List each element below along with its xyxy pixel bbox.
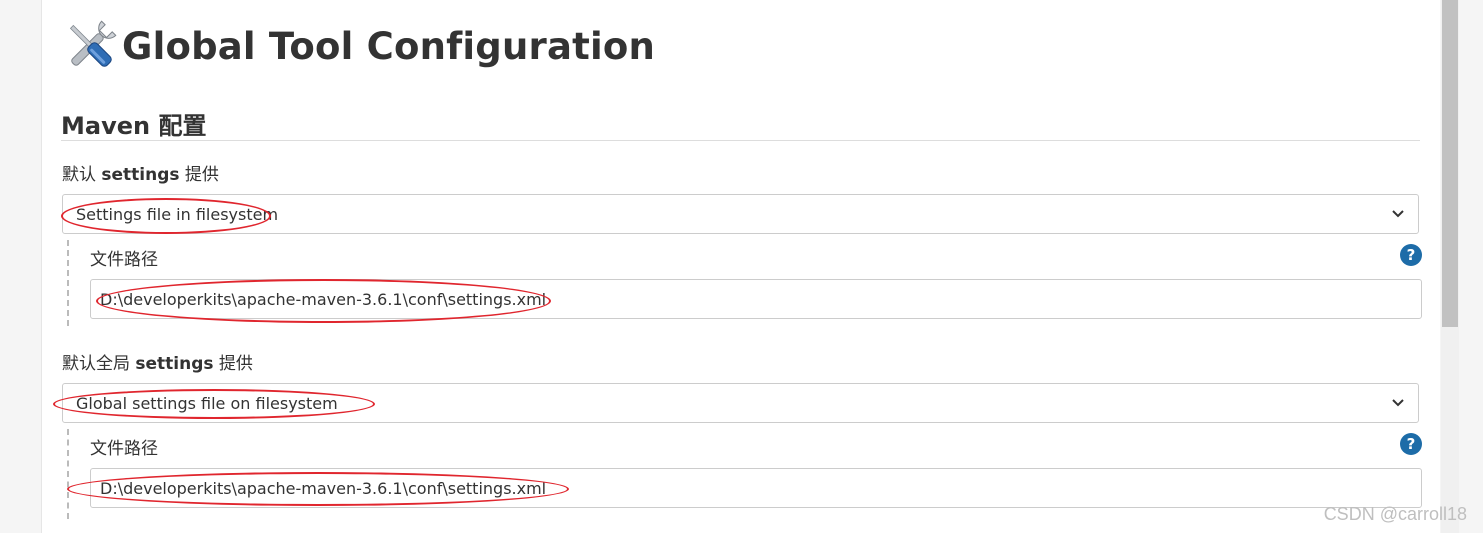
section-title-maven: Maven 配置 [61,106,1420,141]
config-panel: Global Tool Configuration Maven 配置 默认 se… [41,0,1440,533]
page-title: Global Tool Configuration [122,24,656,68]
global-settings-label-suffix: 提供 [213,354,253,374]
global-settings-select-value: Global settings file on filesystem [76,393,338,413]
default-settings-label-prefix: 默认 [62,165,102,185]
default-settings-path-label: 文件路径 [90,250,158,270]
vertical-scrollbar[interactable] [1441,0,1459,533]
default-settings-label-suffix: 提供 [179,165,219,185]
help-icon-glyph: ? [1406,435,1416,453]
title-row: Global Tool Configuration [62,18,655,74]
global-settings-path-input[interactable]: D:\developerkits\apache-maven-3.6.1\conf… [90,468,1422,508]
chevron-down-icon [1392,399,1404,407]
watermark: CSDN @carroll18 [1323,504,1467,524]
default-settings-select-value: Settings file in filesystem [76,204,279,224]
default-settings-label-bold: settings [101,165,180,185]
default-settings-nested: 文件路径 ? D:\developerkits\apache-maven-3.6… [67,240,1422,326]
global-settings-label-prefix: 默认全局 [62,354,136,374]
default-settings-select[interactable]: Settings file in filesystem [62,194,1419,234]
tools-icon [69,20,117,67]
scrollbar-thumb[interactable] [1442,0,1458,327]
global-settings-nested: 文件路径 ? D:\developerkits\apache-maven-3.6… [67,429,1422,519]
chevron-down-icon [1392,210,1404,218]
default-settings-path-input[interactable]: D:\developerkits\apache-maven-3.6.1\conf… [90,279,1422,319]
help-icon-glyph: ? [1406,246,1416,264]
help-icon[interactable]: ? [1400,244,1422,266]
default-settings-label: 默认 settings 提供 [62,160,219,185]
global-settings-label-bold: settings [135,354,214,374]
help-icon[interactable]: ? [1400,433,1422,455]
global-settings-select[interactable]: Global settings file on filesystem [62,383,1419,423]
global-settings-path-label: 文件路径 [90,439,158,459]
global-settings-label: 默认全局 settings 提供 [62,349,253,374]
